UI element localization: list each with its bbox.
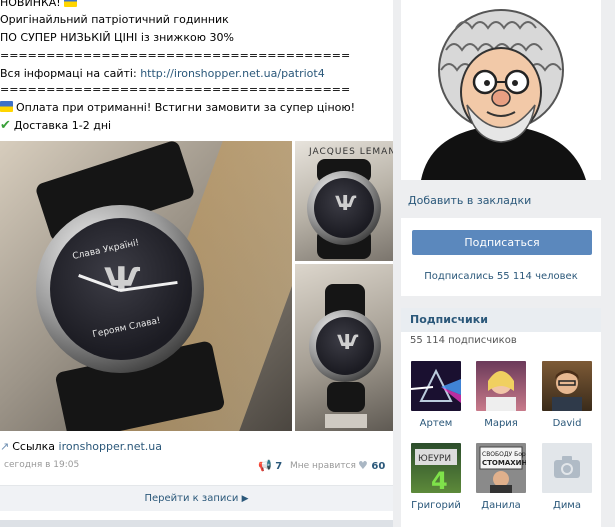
post-photo-main[interactable]: Слава Україні! Ѱ Героям Слава! xyxy=(0,141,292,431)
followers-count[interactable]: 55 114 подписчиков xyxy=(410,335,517,346)
protest-photo-icon: СВОБОДУ БорисуСТОМАХИНУ xyxy=(479,446,526,493)
next-post-edge xyxy=(0,520,393,527)
ukraine-flag-icon xyxy=(0,101,13,112)
follower-avatar[interactable] xyxy=(542,361,592,411)
follower-avatar[interactable] xyxy=(542,443,592,493)
svg-text:СТОМАХИНУ: СТОМАХИНУ xyxy=(482,459,526,467)
subscribe-box: Подписаться Подписались 55 114 человек xyxy=(401,218,601,296)
goto-post-button[interactable]: Перейти к записи ▶ xyxy=(0,485,393,511)
post-info-line: Вся інформаці на сайті: http://ironshopp… xyxy=(0,67,325,80)
followers-title[interactable]: Подписчики xyxy=(401,308,601,332)
follower-name[interactable]: Мария xyxy=(475,418,527,429)
post-date[interactable]: сегодня в 19:05 xyxy=(4,460,79,470)
follower-item[interactable]: Артем xyxy=(410,361,462,429)
follower-name[interactable]: Артем xyxy=(410,418,462,429)
follower-name[interactable]: Григорий xyxy=(410,500,462,511)
camera-icon xyxy=(554,456,580,478)
like-count: 60 xyxy=(371,461,386,472)
share-arrow-icon: ↗ xyxy=(0,440,10,453)
repost-button[interactable]: 📢 7 xyxy=(258,459,282,472)
trident-icon: Ѱ xyxy=(335,191,357,215)
follower-item[interactable]: Мария xyxy=(475,361,527,429)
follower-item[interactable]: СВОБОДУ БорисуСТОМАХИНУ Данила xyxy=(475,443,527,511)
right-column: Добавить в закладки Подписаться Подписал… xyxy=(401,0,601,527)
trident-icon: Ѱ xyxy=(337,330,359,354)
follower-name[interactable]: Данила xyxy=(475,500,527,511)
post-pay-text: Оплата при отриманні! Встигни замовити з… xyxy=(16,101,356,114)
ukraine-flag-icon xyxy=(63,0,77,7)
repost-count: 7 xyxy=(275,461,283,472)
post-new-label: НОВИНКА! xyxy=(0,0,61,9)
add-bookmark-link[interactable]: Добавить в закладки xyxy=(408,194,531,207)
post-delivery-text: Доставка 1-2 дні xyxy=(13,119,112,132)
prism-icon xyxy=(411,368,461,403)
post-line-2: Оригінайльний патріотичний годинник xyxy=(0,13,229,26)
grigoriy-sign-text: ЮЕУРИ xyxy=(418,454,451,464)
follower-item[interactable]: Дима xyxy=(541,443,593,511)
like-button[interactable]: ♥ 60 xyxy=(358,459,385,472)
megaphone-icon: 📢 xyxy=(258,459,272,472)
post-meta-row: сегодня в 19:05 📢 7 Мне нравится ♥ 60 xyxy=(0,459,393,474)
heart-icon: ♥ xyxy=(358,459,368,472)
post-link-label: Ссылка xyxy=(12,440,59,453)
svg-text:4: 4 xyxy=(431,467,448,493)
follower-name[interactable]: Дима xyxy=(541,500,593,511)
community-avatar[interactable] xyxy=(401,0,601,180)
follower-avatar[interactable] xyxy=(476,361,526,411)
wall-post: НОВИНКА! Оригінайльний патріотичний годи… xyxy=(0,0,393,527)
like-label[interactable]: Мне нравится xyxy=(290,461,356,471)
post-line-1: НОВИНКА! xyxy=(0,0,80,9)
post-separator: ====================================== xyxy=(0,49,351,62)
person-photo-icon xyxy=(486,371,516,411)
follower-name[interactable]: David xyxy=(541,418,593,429)
check-icon: ✔ xyxy=(0,118,11,133)
post-photo-2[interactable]: JACQUES LEMANS Ѱ xyxy=(295,141,393,261)
post-photo-3[interactable]: Ѱ xyxy=(295,264,393,431)
svg-text:СВОБОДУ Борису: СВОБОДУ Борису xyxy=(482,451,526,458)
post-separator-2: ====================================== xyxy=(0,83,351,96)
post-link-row[interactable]: ↗ Ссылка ironshopper.net.ua xyxy=(0,440,162,454)
post-info-link[interactable]: http://ironshopper.net.ua/patriot4 xyxy=(140,67,325,80)
person-photo-icon xyxy=(552,370,582,411)
follower-avatar[interactable]: ЮЕУРИ 4 xyxy=(411,443,461,493)
trident-icon: Ѱ xyxy=(104,260,141,300)
protest-photo-icon: ЮЕУРИ 4 xyxy=(415,449,457,493)
post-info-prefix: Вся інформаці на сайті: xyxy=(0,67,141,80)
subscribed-count-link[interactable]: Подписались 55 114 человек xyxy=(401,271,601,282)
follower-item[interactable]: ЮЕУРИ 4 Григорий xyxy=(410,443,462,511)
watch-brand-label: JACQUES LEMANS xyxy=(309,147,393,157)
followers-block: Подписчики 55 114 подписчиков Артем Мари… xyxy=(401,308,601,527)
post-pay-line: Оплата при отриманні! Встигни замовити з… xyxy=(0,101,355,114)
post-link-domain[interactable]: ironshopper.net.ua xyxy=(59,440,162,453)
caricature-avatar-icon xyxy=(401,0,601,180)
chevron-right-icon: ▶ xyxy=(241,494,249,504)
post-delivery-line: ✔ Доставка 1-2 дні xyxy=(0,119,111,132)
follower-avatar[interactable]: СВОБОДУ БорисуСТОМАХИНУ xyxy=(476,443,526,493)
subscribe-button[interactable]: Подписаться xyxy=(412,230,592,255)
follower-item[interactable]: David xyxy=(541,361,593,429)
goto-post-label: Перейти к записи xyxy=(144,493,239,504)
follower-avatar[interactable] xyxy=(411,361,461,411)
post-line-3: ПО СУПЕР НИЗЬКІЙ ЦІНІ із знижкою 30% xyxy=(0,31,234,44)
